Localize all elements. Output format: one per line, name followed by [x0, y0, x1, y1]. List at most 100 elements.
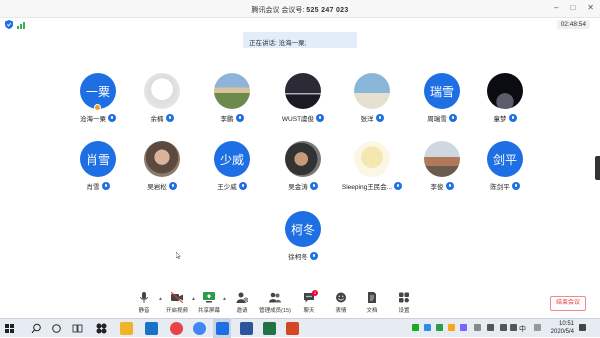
avatar[interactable]: 肖雪 [80, 141, 116, 177]
mute-button[interactable]: 静音 [127, 292, 161, 318]
participant-name-row: 张洋 [337, 113, 407, 123]
participant-tile[interactable]: 吴金涛 [268, 141, 338, 201]
participant-tile[interactable]: 张洋 [337, 73, 407, 133]
microphone-status-icon [108, 114, 116, 122]
microphone-status-icon [445, 182, 454, 190]
avatar[interactable] [354, 73, 390, 109]
tencent-meeting-taskbar-icon[interactable] [216, 322, 229, 335]
avatar[interactable] [354, 141, 390, 177]
avatar[interactable]: 柯冬 [285, 211, 321, 247]
participant-name-row: 肖雪 [63, 181, 133, 191]
participant-tile[interactable]: 童梦 [470, 73, 540, 133]
manage-members-button[interactable]: 管理成员(15) [258, 292, 292, 318]
window-title: 腾讯会议 会议号: 525 247 023 [0, 5, 600, 15]
avatar[interactable] [214, 73, 250, 109]
share-screen-button[interactable]: 共享屏幕 [192, 292, 226, 318]
participant-tile[interactable]: Sleeping王民会... [337, 141, 407, 201]
invite-button[interactable]: 邀请 [225, 292, 259, 318]
participant-name-row: 李俊 [407, 181, 477, 191]
end-meeting-button[interactable]: 结束会议 [550, 296, 586, 311]
close-icon[interactable]: ✕ [587, 3, 594, 12]
cortana-icon[interactable] [50, 322, 63, 335]
app-tiles-icon[interactable] [95, 322, 108, 335]
status-row: 02:48:54 [0, 18, 600, 32]
ime-settings-icon[interactable] [534, 324, 541, 331]
volume-icon[interactable] [510, 324, 517, 331]
tray-expand-icon[interactable] [474, 324, 481, 331]
avatar[interactable] [424, 141, 460, 177]
avatar[interactable] [285, 73, 321, 109]
participant-name-row: 王少威 [197, 181, 267, 191]
participant-tile[interactable]: 吴岩松 [127, 141, 197, 201]
chat-label: 聊天 [303, 308, 315, 314]
video-button[interactable]: 开启视频 [160, 292, 194, 318]
word-icon[interactable] [240, 322, 253, 335]
meeting-toolbar: 静音 ▲ 开启视频 ▲ 共享屏幕 ▲ 邀请 管理成员(15) 1 聊天 表情 文… [0, 290, 600, 318]
participant-tile[interactable]: 少威 王少威 [197, 141, 267, 201]
participant-name: 肖雪 [86, 184, 100, 191]
qq-tray-icon[interactable] [424, 324, 431, 331]
chrome-icon[interactable] [193, 322, 206, 335]
settings-button[interactable]: 设置 [387, 292, 421, 318]
signal-icon[interactable] [17, 21, 25, 29]
avatar[interactable]: 瑞雪 [424, 73, 460, 109]
participant-tile[interactable]: WUST虞俊 [268, 73, 338, 133]
shield-icon[interactable] [5, 20, 13, 29]
side-panel-handle[interactable] [595, 156, 600, 180]
title-prefix: 腾讯会议 会议号: [251, 7, 305, 14]
video-label: 开启视频 [165, 308, 188, 314]
battery-icon[interactable] [487, 324, 494, 331]
wifi-icon[interactable] [500, 324, 507, 331]
participant-tile[interactable]: 李鹏 [197, 73, 267, 133]
avatar[interactable]: 少威 [214, 141, 250, 177]
docs-button[interactable]: 文档 [355, 292, 389, 318]
microphone-status-icon [235, 114, 244, 122]
microphone-status-icon [165, 114, 174, 122]
tray-app-icon-2[interactable] [448, 324, 455, 331]
participant-tile[interactable]: 李俊 [407, 141, 477, 201]
participant-tile[interactable]: 剑平 陈剑平 [470, 141, 540, 201]
meeting-id: 525 247 023 [306, 7, 349, 14]
microphone-status-icon [168, 182, 177, 190]
reactions-button[interactable]: 表情 [324, 292, 358, 318]
microphone-status-icon [309, 252, 318, 260]
maximize-icon[interactable]: □ [570, 3, 575, 12]
avatar[interactable]: 剑平 [487, 141, 523, 177]
windows-start-icon[interactable] [5, 324, 14, 333]
powerpoint-icon[interactable] [286, 322, 299, 335]
chat-button[interactable]: 1 聊天 [292, 290, 326, 318]
participant-tile[interactable]: 瑞雪 周瑞雪 [407, 73, 477, 133]
settings-grid-icon [399, 292, 409, 303]
participant-tile[interactable]: 一粟 沧海一粟 [63, 73, 133, 133]
participant-tile[interactable]: 柯冬 徐柯冬 [268, 211, 338, 271]
participant-name-row: Sleeping王民会... [337, 181, 407, 191]
participant-name: 沧海一粟 [80, 116, 106, 123]
participant-name-row: 沧海一粟 [63, 113, 133, 123]
participant-tile[interactable]: 肖雪 肖雪 [63, 141, 133, 201]
participant-name-row: 吴金涛 [268, 181, 338, 191]
tray-app-icon-3[interactable] [460, 324, 467, 331]
avatar[interactable] [487, 73, 523, 109]
tray-app-icon[interactable] [436, 324, 443, 331]
wechat-tray-icon[interactable] [412, 324, 419, 331]
settings-label: 设置 [398, 308, 410, 314]
task-view-icon[interactable] [71, 322, 84, 335]
mail-icon[interactable] [145, 322, 158, 335]
clock[interactable]: 10:51 2020/5/4 [551, 320, 574, 336]
avatar[interactable] [144, 73, 180, 109]
microphone-status-icon [101, 182, 110, 190]
ime-indicator[interactable]: 中 [519, 324, 526, 334]
participant-name: 张洋 [360, 116, 374, 123]
docs-label: 文档 [366, 308, 378, 314]
search-icon[interactable] [30, 322, 43, 335]
excel-icon[interactable] [263, 322, 276, 335]
microphone-status-icon [448, 114, 457, 122]
avatar[interactable] [144, 141, 180, 177]
file-explorer-icon[interactable] [120, 322, 133, 335]
browser-icon[interactable] [170, 322, 183, 335]
clock-time: 10:51 [558, 321, 574, 327]
notification-icon[interactable] [579, 324, 586, 331]
minimize-icon[interactable]: – [554, 3, 558, 12]
avatar[interactable] [285, 141, 321, 177]
participant-tile[interactable]: 余楠 [127, 73, 197, 133]
